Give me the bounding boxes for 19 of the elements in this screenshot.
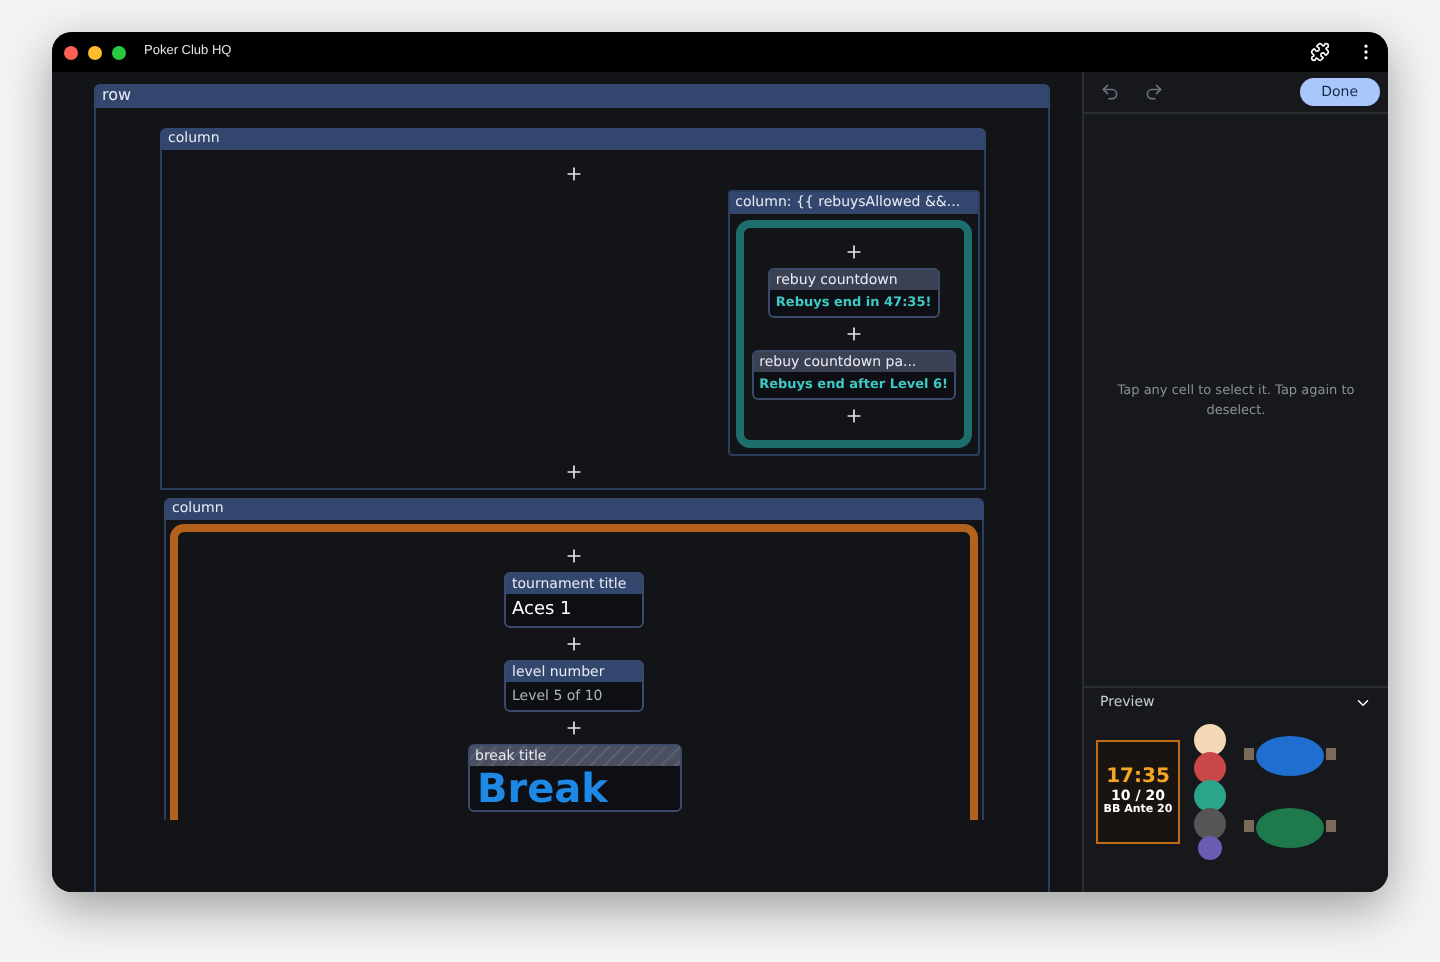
add-icon[interactable] (843, 406, 864, 426)
add-icon[interactable] (563, 462, 583, 482)
cell-value: Break (475, 766, 611, 810)
minimize-icon[interactable] (88, 45, 102, 59)
extension-icon[interactable] (1310, 42, 1330, 62)
add-icon[interactable] (564, 546, 584, 566)
undo-icon[interactable] (1100, 82, 1120, 102)
row-label: row (94, 84, 1050, 108)
add-icon[interactable] (843, 324, 864, 344)
clock-text: 17:35 (1106, 766, 1170, 788)
maximize-icon[interactable] (112, 45, 126, 59)
add-icon[interactable] (564, 718, 584, 738)
add-icon[interactable] (563, 164, 583, 184)
redo-icon[interactable] (1144, 82, 1164, 102)
close-icon[interactable] (64, 45, 78, 59)
cell-value: Aces 1 (510, 598, 574, 624)
chip-stack-drawing (1188, 724, 1232, 860)
add-icon[interactable] (843, 242, 864, 262)
add-icon[interactable] (564, 634, 584, 654)
